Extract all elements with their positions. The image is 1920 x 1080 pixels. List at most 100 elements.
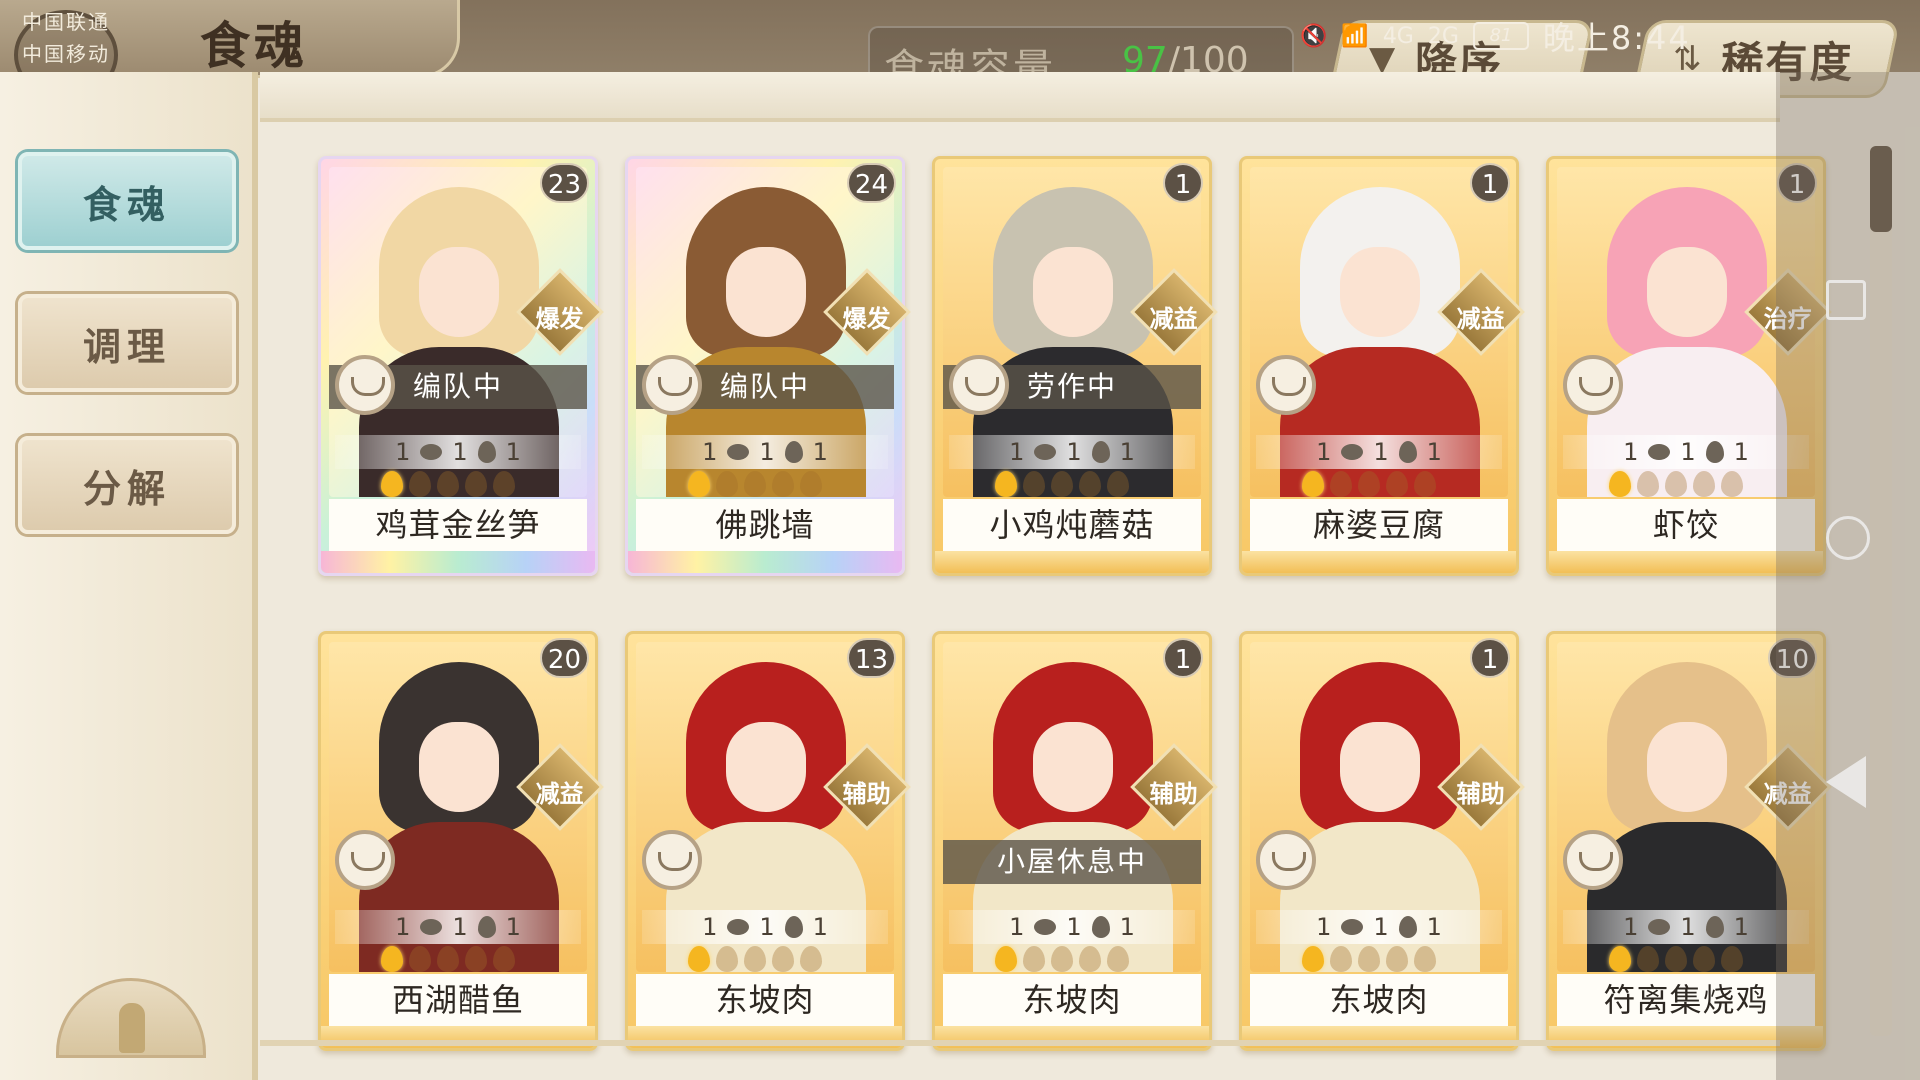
food-soul-card[interactable]: 1 减益 劳作中 1 1 1 小鸡炖蘑菇: [932, 156, 1218, 576]
home-icon[interactable]: [1826, 516, 1870, 560]
food-soul-card[interactable]: 1 辅助 1 1 1 东坡肉: [1239, 631, 1525, 1051]
stat-value: 1: [1623, 438, 1639, 466]
star-empty-icon: [1386, 946, 1408, 972]
food-soul-card[interactable]: 13 辅助 1 1 1 东坡肉: [625, 631, 911, 1051]
card-rarity-strip: [628, 551, 902, 573]
stat-flame-icon: [784, 916, 803, 938]
bowl-icon: [949, 355, 1009, 415]
level-badge: 1: [1163, 638, 1203, 678]
stat-flame-icon: [1705, 916, 1724, 938]
stat-dumpling-icon: [1034, 444, 1057, 460]
food-soul-card[interactable]: 1 减益 1 1 1 麻婆豆腐: [1239, 156, 1525, 576]
star-empty-icon: [493, 946, 515, 972]
level-badge: 13: [846, 638, 896, 678]
content-header-strip: [260, 72, 1780, 122]
stats-row: 1 1 1: [1563, 910, 1809, 944]
stat-dumpling-icon: [727, 919, 750, 935]
portrait-face: [726, 722, 806, 812]
portrait-face: [1647, 247, 1727, 337]
star-empty-icon: [1637, 471, 1659, 497]
food-soul-card[interactable]: 1 辅助 小屋休息中 1 1 1 东坡肉: [932, 631, 1218, 1051]
star-filled-icon: [381, 471, 403, 497]
stat-value: 1: [1316, 438, 1332, 466]
network-2: 2G: [1427, 23, 1459, 49]
stat-value: 1: [1066, 438, 1082, 466]
star-empty-icon: [716, 471, 738, 497]
back-nav-icon[interactable]: [1826, 756, 1866, 808]
mute-icon: 🔇: [1300, 23, 1328, 49]
sidebar-item-cooking[interactable]: 调理: [18, 294, 236, 392]
card-name: 东坡肉: [943, 974, 1201, 1026]
portrait-face: [1340, 722, 1420, 812]
star-empty-icon: [1023, 471, 1045, 497]
star-rating: [995, 946, 1129, 972]
sidebar-item-decompose[interactable]: 分解: [18, 436, 236, 534]
role-label: 爆发: [842, 305, 891, 334]
stat-value: 1: [395, 438, 411, 466]
stat-value: 1: [452, 438, 468, 466]
role-label: 减益: [535, 780, 584, 809]
portrait-face: [419, 247, 499, 337]
scroll-thumb[interactable]: [1870, 146, 1892, 232]
level-badge: 23: [539, 163, 589, 203]
stat-value: 1: [1426, 438, 1442, 466]
star-empty-icon: [493, 471, 515, 497]
level-badge: 1: [1470, 163, 1510, 203]
stat-value: 1: [1426, 913, 1442, 941]
scroll-track[interactable]: [1870, 146, 1892, 1036]
role-label: 辅助: [1456, 780, 1505, 809]
carrier-1: 中国联通: [22, 10, 110, 34]
portrait-face: [1340, 247, 1420, 337]
card-rarity-strip: [1242, 551, 1516, 573]
food-soul-card[interactable]: 20 减益 1 1 1 西湖醋鱼: [318, 631, 604, 1051]
star-empty-icon: [1051, 471, 1073, 497]
star-empty-icon: [800, 471, 822, 497]
star-empty-icon: [437, 471, 459, 497]
card-grid: 23 爆发 编队中 1 1 1 鸡茸金丝笋 24 爆发 编队中 1 1 1 佛跳…: [318, 156, 1858, 1056]
carrier-2: 中国移动: [22, 42, 110, 66]
role-label: 减益: [1456, 305, 1505, 334]
food-soul-card[interactable]: 23 爆发 编队中 1 1 1 鸡茸金丝笋: [318, 156, 604, 576]
sidebar-item-label: 调理: [82, 324, 171, 369]
star-rating: [688, 946, 822, 972]
card-name: 东坡肉: [636, 974, 894, 1026]
level-badge: 1: [1163, 163, 1203, 203]
stats-row: 1 1 1: [335, 435, 581, 469]
recent-apps-icon[interactable]: [1826, 280, 1866, 320]
bowl-icon: [1256, 830, 1316, 890]
stat-value: 1: [1119, 438, 1135, 466]
stat-dumpling-icon: [420, 444, 443, 460]
bowl-icon: [642, 355, 702, 415]
stat-flame-icon: [1398, 441, 1417, 463]
stat-dumpling-icon: [727, 444, 750, 460]
network-1: 4G: [1382, 23, 1414, 49]
star-empty-icon: [744, 471, 766, 497]
stat-value: 1: [1680, 438, 1696, 466]
stat-value: 1: [702, 913, 718, 941]
stat-value: 1: [812, 438, 828, 466]
role-label: 爆发: [535, 305, 584, 334]
star-empty-icon: [409, 471, 431, 497]
bottom-border: [260, 1040, 1780, 1046]
food-soul-card[interactable]: 24 爆发 编队中 1 1 1 佛跳墙: [625, 156, 911, 576]
portrait-face: [1647, 722, 1727, 812]
stat-flame-icon: [1398, 916, 1417, 938]
star-empty-icon: [1358, 946, 1380, 972]
bowl-icon: [642, 830, 702, 890]
portrait-face: [1033, 247, 1113, 337]
sidebar-item-soul[interactable]: 食魂: [18, 152, 236, 250]
star-filled-icon: [688, 946, 710, 972]
stats-row: 1 1 1: [642, 435, 888, 469]
card-name: 鸡茸金丝笋: [329, 499, 587, 551]
stats-row: 1 1 1: [1563, 435, 1809, 469]
star-empty-icon: [1721, 946, 1743, 972]
star-filled-icon: [688, 471, 710, 497]
star-empty-icon: [772, 946, 794, 972]
star-empty-icon: [1330, 471, 1352, 497]
stat-value: 1: [1733, 438, 1749, 466]
star-rating: [1609, 946, 1743, 972]
stats-row: 1 1 1: [949, 435, 1195, 469]
star-empty-icon: [1051, 946, 1073, 972]
stat-value: 1: [505, 438, 521, 466]
star-empty-icon: [1330, 946, 1352, 972]
